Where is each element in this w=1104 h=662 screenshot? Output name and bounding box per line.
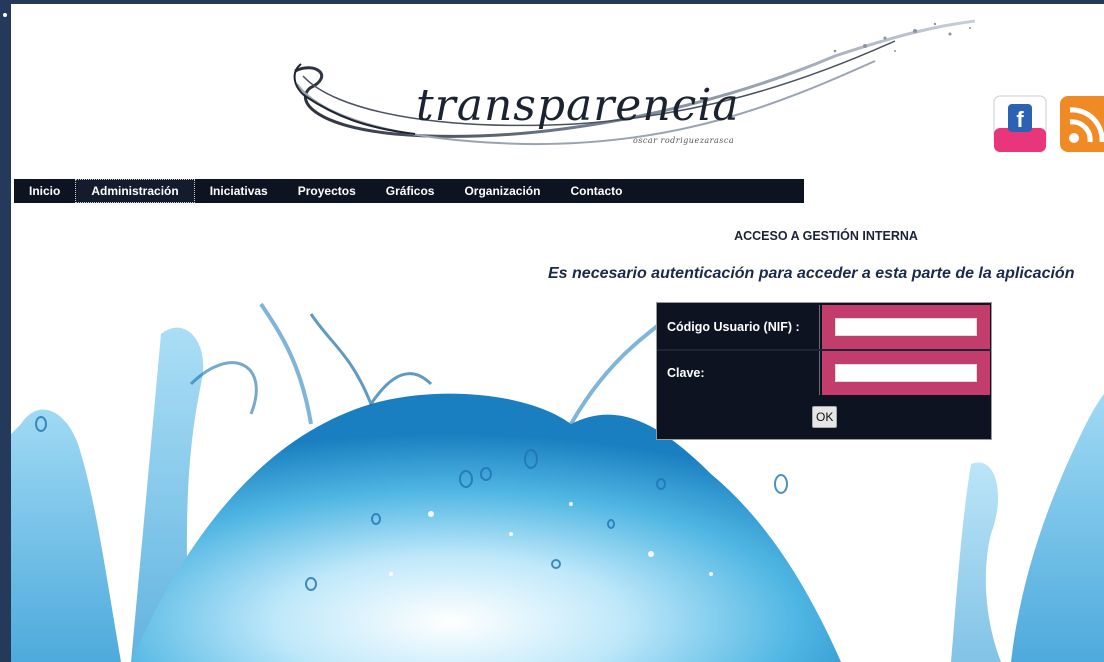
password-input[interactable] (835, 364, 977, 382)
ok-button[interactable]: OK (812, 406, 838, 428)
logo-wordmark: transparencia (416, 80, 740, 131)
bullet-dot (3, 13, 7, 17)
auth-message: Es necesario autenticación para acceder … (548, 265, 1075, 282)
user-cell (822, 305, 990, 349)
page-title: ACCESO A GESTIÓN INTERNA (734, 229, 918, 243)
nav-item-organizacion[interactable]: Organización (449, 179, 555, 203)
login-form: Código Usuario (NIF) : Clave: OK (656, 302, 992, 440)
page: transparencia oscar rodriguezarasca f In… (11, 4, 1104, 662)
nav-item-graficos[interactable]: Gráficos (371, 179, 450, 203)
password-row: Clave: (657, 351, 990, 395)
nav-item-contacto[interactable]: Contacto (555, 179, 637, 203)
password-label: Clave: (657, 351, 820, 395)
password-cell (822, 351, 990, 395)
main-nav: Inicio Administración Iniciativas Proyec… (14, 179, 804, 203)
facebook-glyph: f (1016, 107, 1024, 132)
nav-item-iniciativas[interactable]: Iniciativas (195, 179, 283, 203)
facebook-icon[interactable]: f (990, 94, 1050, 156)
logo-subtitle: oscar rodriguezarasca (633, 136, 735, 145)
user-label: Código Usuario (NIF) : (657, 305, 820, 349)
nav-item-administracion[interactable]: Administración (75, 179, 195, 203)
nav-item-inicio[interactable]: Inicio (14, 179, 75, 203)
nav-item-proyectos[interactable]: Proyectos (283, 179, 371, 203)
rss-icon[interactable] (1058, 94, 1104, 156)
user-row: Código Usuario (NIF) : (657, 305, 990, 349)
user-nif-input[interactable] (835, 318, 977, 336)
